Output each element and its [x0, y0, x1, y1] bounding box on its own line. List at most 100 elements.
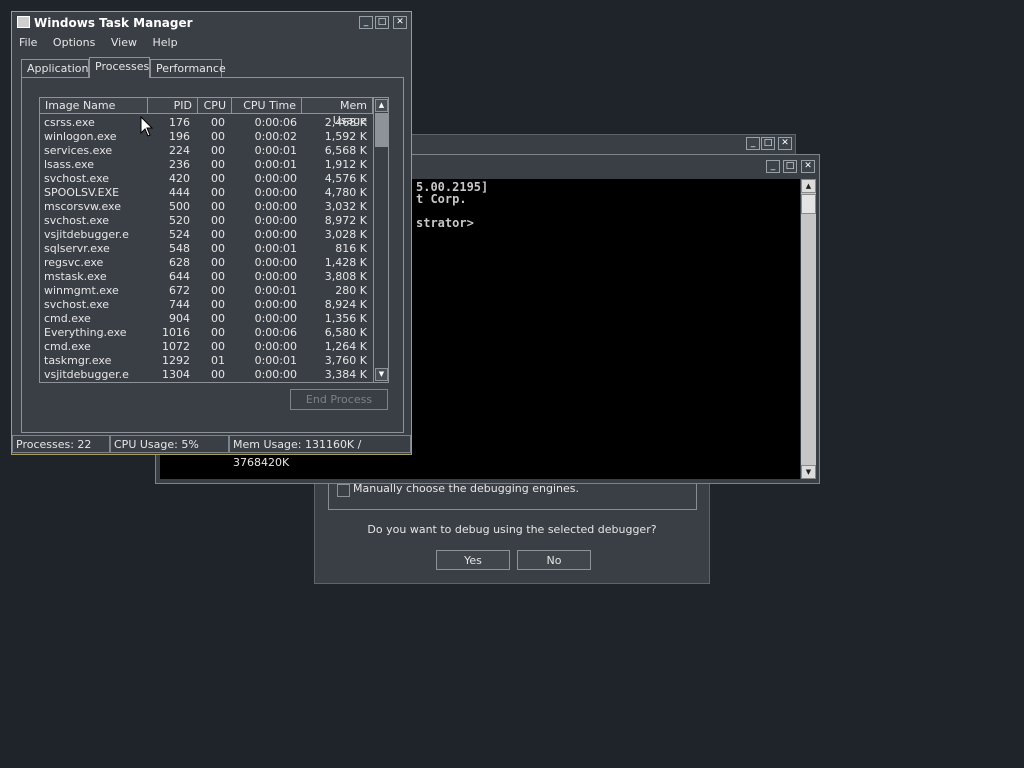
process-cpu: 00: [211, 130, 225, 143]
maximize-icon[interactable]: □: [783, 160, 797, 173]
column-header-cpu-time[interactable]: CPU Time: [232, 98, 302, 114]
process-name: sqlservr.exe: [44, 242, 110, 255]
yes-button[interactable]: Yes: [436, 550, 510, 570]
process-mem-usage: 1,912 K: [324, 158, 367, 171]
scroll-down-icon[interactable]: ▼: [801, 465, 816, 479]
menu-options[interactable]: Options: [53, 36, 95, 49]
process-cpu: 00: [211, 256, 225, 269]
table-row[interactable]: SPOOLSV.EXE 444 00 0:00:00 4,780 K: [40, 186, 372, 200]
process-mem-usage: 816 K: [335, 242, 367, 255]
table-row[interactable]: csrss.exe 176 00 0:00:06 2,468 K: [40, 116, 372, 130]
process-pid: 744: [169, 298, 190, 311]
process-cpu-time: 0:00:01: [254, 284, 297, 297]
table-row[interactable]: svchost.exe 520 00 0:00:00 8,972 K: [40, 214, 372, 228]
process-mem-usage: 1,356 K: [324, 312, 367, 325]
process-mem-usage: 3,808 K: [324, 270, 367, 283]
process-pid: 672: [169, 284, 190, 297]
process-name: mstask.exe: [44, 270, 107, 283]
task-manager-titlebar[interactable]: Windows Task Manager _ □ ✕: [12, 12, 411, 33]
debug-question-text: Do you want to debug using the selected …: [367, 523, 657, 536]
process-name: taskmgr.exe: [44, 354, 112, 367]
scrollbar-thumb[interactable]: [801, 194, 816, 214]
maximize-icon[interactable]: □: [375, 16, 389, 29]
process-name: vsjitdebugger.e: [44, 368, 129, 381]
process-list-scrollbar[interactable]: ▲ ▼: [373, 98, 388, 382]
console-scrollbar[interactable]: ▲ ▼: [801, 179, 816, 479]
close-icon[interactable]: ✕: [393, 16, 407, 29]
process-pid: 224: [169, 144, 190, 157]
column-header-mem-usage[interactable]: Mem Usage: [302, 98, 373, 127]
process-cpu: 00: [211, 270, 225, 283]
column-header-image-name[interactable]: Image Name: [40, 98, 148, 114]
table-row[interactable]: taskmgr.exe 1292 01 0:00:01 3,760 K: [40, 354, 372, 368]
scrollbar-thumb[interactable]: [375, 113, 388, 147]
table-row[interactable]: winlogon.exe 196 00 0:00:02 1,592 K: [40, 130, 372, 144]
process-cpu-time: 0:00:06: [254, 326, 297, 339]
table-row[interactable]: vsjitdebugger.e 524 00 0:00:00 3,028 K: [40, 228, 372, 242]
no-button[interactable]: No: [517, 550, 591, 570]
table-row[interactable]: sqlservr.exe 548 00 0:00:01 816 K: [40, 242, 372, 256]
process-mem-usage: 3,028 K: [324, 228, 367, 241]
column-header-cpu[interactable]: CPU: [198, 98, 232, 114]
tab-applications[interactable]: Applications: [21, 59, 94, 77]
table-row[interactable]: svchost.exe 420 00 0:00:00 4,576 K: [40, 172, 372, 186]
process-cpu-time: 0:00:00: [254, 186, 297, 199]
task-manager-icon: [17, 16, 30, 28]
end-process-button[interactable]: End Process: [290, 389, 388, 410]
minimize-icon[interactable]: _: [766, 160, 780, 173]
process-mem-usage: 280 K: [335, 284, 367, 297]
tab-processes[interactable]: Processes: [89, 57, 150, 78]
console-prompt-line: strator>: [416, 216, 474, 230]
process-cpu-time: 0:00:06: [254, 116, 297, 129]
minimize-icon[interactable]: _: [746, 137, 760, 150]
process-mem-usage: 3,032 K: [324, 200, 367, 213]
checkbox-icon[interactable]: [337, 484, 350, 497]
table-row[interactable]: services.exe 224 00 0:00:01 6,568 K: [40, 144, 372, 158]
process-name: csrss.exe: [44, 116, 95, 129]
menu-file[interactable]: File: [19, 36, 37, 49]
table-row[interactable]: svchost.exe 744 00 0:00:00 8,924 K: [40, 298, 372, 312]
process-name: SPOOLSV.EXE: [44, 186, 120, 199]
minimize-icon[interactable]: _: [359, 16, 373, 29]
process-name: cmd.exe: [44, 312, 91, 325]
process-cpu-time: 0:00:00: [254, 228, 297, 241]
menu-help[interactable]: Help: [152, 36, 177, 49]
table-row[interactable]: winmgmt.exe 672 00 0:00:01 280 K: [40, 284, 372, 298]
process-mem-usage: 3,384 K: [324, 368, 367, 381]
process-name: Everything.exe: [44, 326, 127, 339]
process-cpu-time: 0:00:00: [254, 270, 297, 283]
window-title: Windows Task Manager: [34, 16, 193, 30]
background-window-titlebar[interactable]: _ □ ✕: [380, 134, 796, 154]
table-row[interactable]: vsjitdebugger.e 1304 00 0:00:00 3,384 K: [40, 368, 372, 382]
process-cpu-time: 0:00:00: [254, 340, 297, 353]
process-cpu-time: 0:00:01: [254, 144, 297, 157]
table-row[interactable]: regsvc.exe 628 00 0:00:00 1,428 K: [40, 256, 372, 270]
status-mem-usage: Mem Usage: 131160K / 3768420K: [229, 435, 411, 469]
process-cpu: 00: [211, 116, 225, 129]
process-pid: 444: [169, 186, 190, 199]
process-cpu: 00: [211, 158, 225, 171]
close-icon[interactable]: ✕: [801, 160, 815, 173]
table-row[interactable]: cmd.exe 904 00 0:00:00 1,356 K: [40, 312, 372, 326]
process-cpu: 00: [211, 340, 225, 353]
process-mem-usage: 3,760 K: [324, 354, 367, 367]
menu-view[interactable]: View: [111, 36, 137, 49]
tab-performance[interactable]: Performance: [150, 59, 226, 77]
table-row[interactable]: mscorsvw.exe 500 00 0:00:00 3,032 K: [40, 200, 372, 214]
table-row[interactable]: mstask.exe 644 00 0:00:00 3,808 K: [40, 270, 372, 284]
process-name: vsjitdebugger.e: [44, 228, 129, 241]
table-row[interactable]: cmd.exe 1072 00 0:00:00 1,264 K: [40, 340, 372, 354]
process-pid: 904: [169, 312, 190, 325]
scroll-up-icon[interactable]: ▲: [801, 179, 816, 193]
process-name: winmgmt.exe: [44, 284, 119, 297]
table-row[interactable]: lsass.exe 236 00 0:00:01 1,912 K: [40, 158, 372, 172]
process-cpu: 00: [211, 172, 225, 185]
process-list[interactable]: Image Name PID CPU CPU Time Mem Usage cs…: [39, 97, 389, 383]
column-header-pid[interactable]: PID: [148, 98, 198, 114]
maximize-icon[interactable]: □: [761, 137, 775, 150]
close-icon[interactable]: ✕: [778, 137, 792, 150]
scroll-up-icon[interactable]: ▲: [375, 99, 388, 112]
process-pid: 236: [169, 158, 190, 171]
scroll-down-icon[interactable]: ▼: [375, 368, 388, 381]
table-row[interactable]: Everything.exe 1016 00 0:00:06 6,580 K: [40, 326, 372, 340]
